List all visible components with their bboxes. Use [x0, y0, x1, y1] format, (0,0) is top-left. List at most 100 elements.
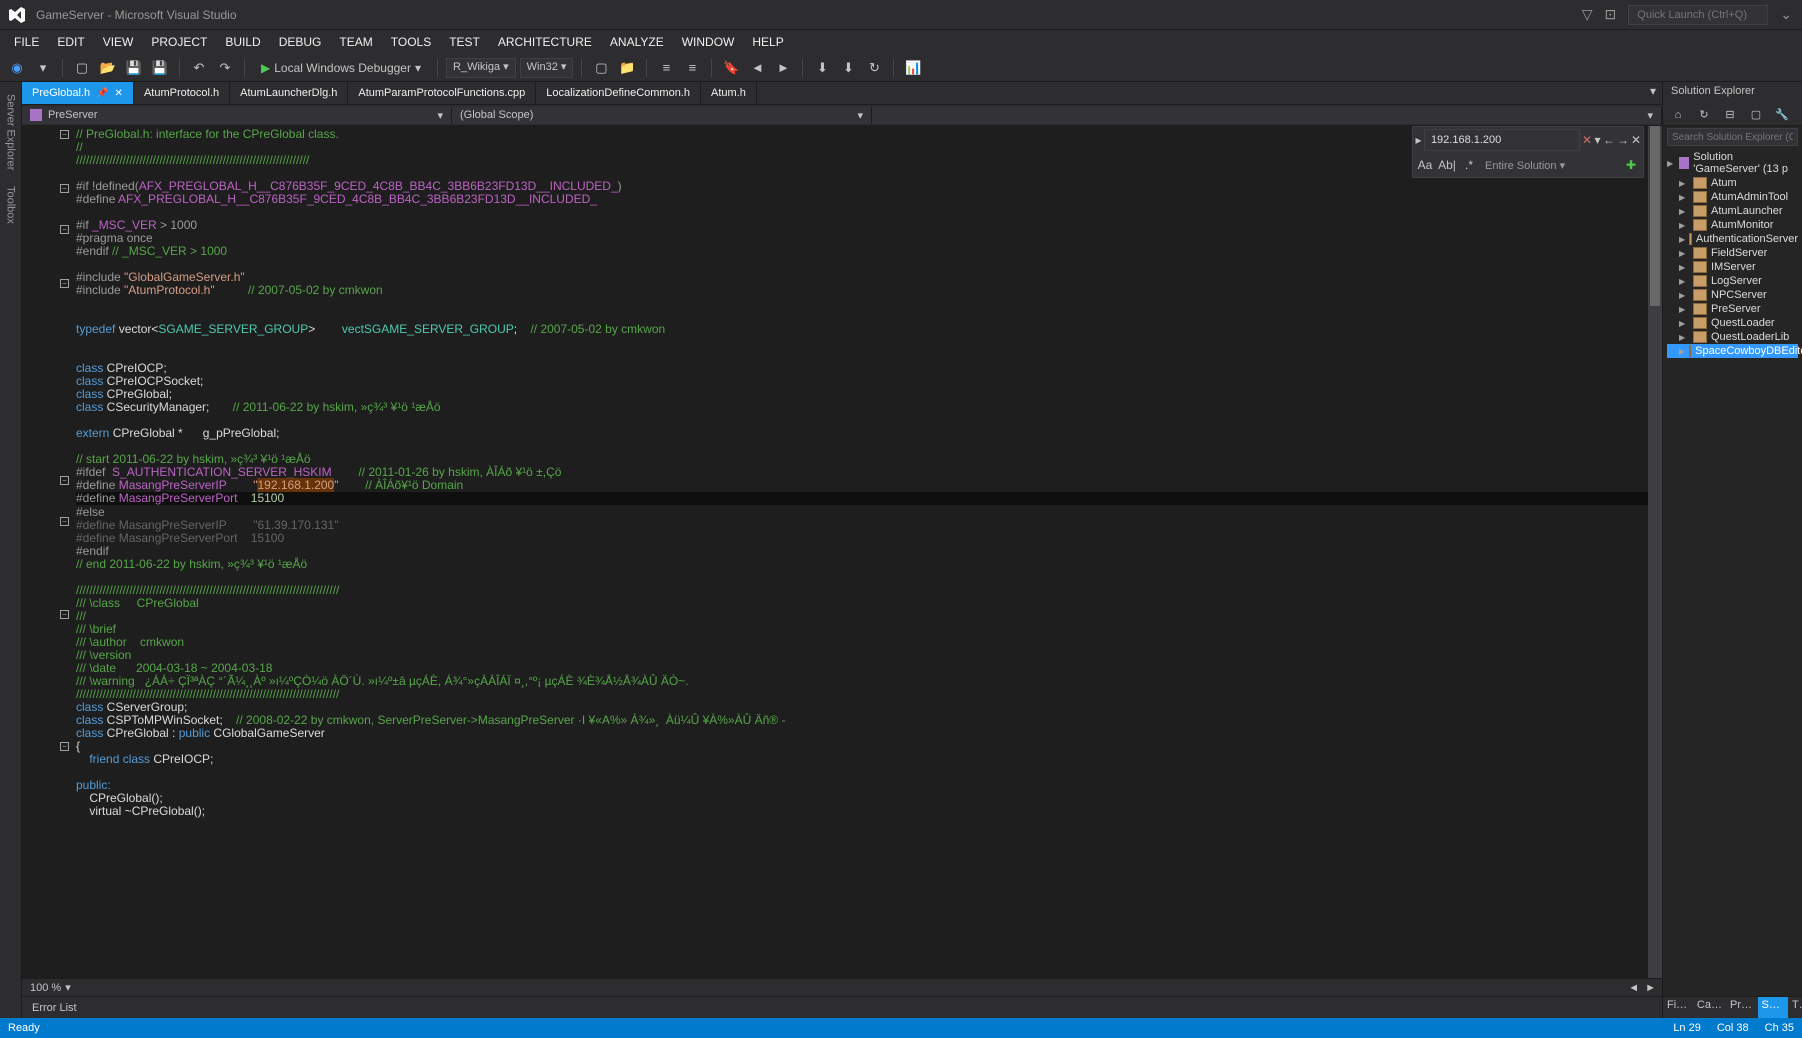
fold-toggle[interactable]: − [60, 225, 69, 234]
fold-toggle[interactable]: − [60, 610, 69, 619]
notification-icon[interactable]: ▽ [1582, 6, 1593, 23]
server-explorer-tab[interactable]: Server Explorer [3, 86, 19, 178]
right-panel-tab[interactable]: T [1788, 997, 1802, 1018]
find-prev-button[interactable]: ← [1603, 130, 1615, 150]
menu-test[interactable]: TEST [441, 33, 488, 51]
regex-button[interactable]: .* [1459, 155, 1479, 175]
home-button[interactable]: ⌂ [1667, 104, 1689, 126]
pin-icon[interactable]: 📌 [96, 88, 108, 99]
menu-debug[interactable]: DEBUG [271, 33, 330, 51]
close-icon[interactable]: ✕ [115, 88, 123, 99]
menu-build[interactable]: BUILD [217, 33, 268, 51]
tool-icon[interactable]: 📁 [616, 57, 638, 79]
zoom-level[interactable]: 100 % [30, 982, 65, 994]
sync-button[interactable]: ↻ [1693, 104, 1715, 126]
toolbox-tab[interactable]: Toolbox [3, 178, 19, 232]
whole-word-button[interactable]: Ab| [1437, 155, 1457, 175]
back-dropdown[interactable]: ▾ [32, 57, 54, 79]
expand-replace-button[interactable]: ▸ [1415, 130, 1422, 150]
caret-down-icon[interactable]: ⌄ [1780, 6, 1792, 23]
right-panel-tab[interactable]: Pro... [1726, 997, 1758, 1018]
solution-tree[interactable]: ▶Solution 'GameServer' (13 p▶Atum▶AtumAd… [1663, 148, 1802, 996]
properties-button[interactable]: 🔧 [1771, 104, 1793, 126]
scroll-thumb[interactable] [1650, 126, 1660, 306]
fold-toggle[interactable]: − [60, 184, 69, 193]
tree-project[interactable]: ▶IMServer [1667, 260, 1798, 274]
save-all-button[interactable]: 💾 [149, 57, 171, 79]
find-panel-close[interactable]: ✕ [1631, 130, 1641, 150]
open-button[interactable]: 📂 [97, 57, 119, 79]
tree-project[interactable]: ▶AtumAdminTool [1667, 190, 1798, 204]
tree-project[interactable]: ▶SpaceCowboyDBEditorT [1667, 344, 1798, 358]
redo-button[interactable]: ↷ [214, 57, 236, 79]
code-text[interactable]: // PreGlobal.h: interface for the CPreGl… [72, 126, 1648, 978]
menu-view[interactable]: VIEW [95, 33, 142, 51]
fold-toggle[interactable]: − [60, 279, 69, 288]
menu-help[interactable]: HELP [744, 33, 791, 51]
hscroll-left[interactable]: ◄ [1628, 982, 1639, 994]
config-dropdown[interactable]: R_Wikiga ▾ [446, 58, 516, 78]
platform-dropdown[interactable]: Win32 ▾ [520, 58, 574, 78]
search-add-button[interactable]: ✚ [1621, 155, 1641, 175]
file-tab[interactable]: AtumProtocol.h [134, 82, 230, 104]
find-input[interactable] [1424, 129, 1580, 151]
nav-scope-dropdown[interactable]: (Global Scope) ▾ [452, 107, 872, 124]
code-editor[interactable]: −−−−−−−− // PreGlobal.h: interface for t… [22, 126, 1662, 978]
tree-project[interactable]: ▶LogServer [1667, 274, 1798, 288]
tool-icon[interactable]: ↻ [863, 57, 885, 79]
undo-button[interactable]: ↶ [188, 57, 210, 79]
file-tab[interactable]: LocalizationDefineCommon.h [536, 82, 701, 104]
solution-search-input[interactable] [1667, 128, 1798, 146]
bookmark-button[interactable]: 🔖 [720, 57, 742, 79]
comment-button[interactable]: ≡ [655, 57, 677, 79]
nav-member-dropdown[interactable]: ▾ [872, 107, 1662, 124]
tree-project[interactable]: ▶PreServer [1667, 302, 1798, 316]
menu-edit[interactable]: EDIT [49, 33, 92, 51]
tree-solution-root[interactable]: ▶Solution 'GameServer' (13 p [1667, 150, 1798, 176]
right-panel-tab[interactable]: Call... [1693, 997, 1726, 1018]
menu-file[interactable]: FILE [6, 33, 47, 51]
fold-toggle[interactable]: − [60, 476, 69, 485]
file-tab[interactable]: Atum.h [701, 82, 757, 104]
menu-analyze[interactable]: ANALYZE [602, 33, 672, 51]
find-dropdown[interactable]: ▾ [1594, 130, 1601, 150]
bookmark-next[interactable]: ► [772, 57, 794, 79]
tree-project[interactable]: ▶AtumLauncher [1667, 204, 1798, 218]
search-scope-dropdown[interactable]: Entire Solution ▾ [1481, 157, 1619, 174]
quick-launch-input[interactable] [1628, 5, 1768, 25]
tree-project[interactable]: ▶NPCServer [1667, 288, 1798, 302]
find-next-button[interactable]: → [1617, 130, 1629, 150]
tree-project[interactable]: ▶QuestLoaderLib [1667, 330, 1798, 344]
tree-project[interactable]: ▶AuthenticationServer [1667, 232, 1798, 246]
match-case-button[interactable]: Aa [1415, 155, 1435, 175]
save-button[interactable]: 💾 [123, 57, 145, 79]
tool-icon[interactable]: ▢ [590, 57, 612, 79]
bookmark-prev[interactable]: ◄ [746, 57, 768, 79]
menu-window[interactable]: WINDOW [674, 33, 743, 51]
vertical-scrollbar[interactable] [1648, 126, 1662, 978]
right-panel-tab[interactable]: Fin... [1663, 997, 1693, 1018]
menu-tools[interactable]: TOOLS [383, 33, 439, 51]
fold-toggle[interactable]: − [60, 742, 69, 751]
tree-project[interactable]: ▶FieldServer [1667, 246, 1798, 260]
back-button[interactable]: ◉ [6, 57, 28, 79]
bottom-tab[interactable]: Error List [22, 997, 87, 1018]
menu-architecture[interactable]: ARCHITECTURE [490, 33, 600, 51]
start-debug-button[interactable]: ▶Local Windows Debugger ▾ [253, 59, 429, 77]
tree-project[interactable]: ▶AtumMonitor [1667, 218, 1798, 232]
file-tab[interactable]: PreGlobal.h📌✕ [22, 82, 134, 104]
file-tab[interactable]: AtumLauncherDlg.h [230, 82, 348, 104]
zoom-dropdown[interactable]: ▾ [65, 981, 71, 994]
show-all-button[interactable]: ▢ [1745, 104, 1767, 126]
collapse-button[interactable]: ⊟ [1719, 104, 1741, 126]
file-tab[interactable]: AtumParamProtocolFunctions.cpp [348, 82, 536, 104]
menu-team[interactable]: TEAM [331, 33, 380, 51]
menu-project[interactable]: PROJECT [143, 33, 215, 51]
feedback-icon[interactable]: ⊡ [1605, 6, 1617, 23]
tab-overflow-button[interactable]: ▾ [1644, 82, 1662, 104]
uncomment-button[interactable]: ≡ [681, 57, 703, 79]
tree-project[interactable]: ▶QuestLoader [1667, 316, 1798, 330]
new-project-button[interactable]: ▢ [71, 57, 93, 79]
hscroll-right[interactable]: ► [1645, 982, 1656, 994]
find-close-button[interactable]: ✕ [1582, 130, 1592, 150]
